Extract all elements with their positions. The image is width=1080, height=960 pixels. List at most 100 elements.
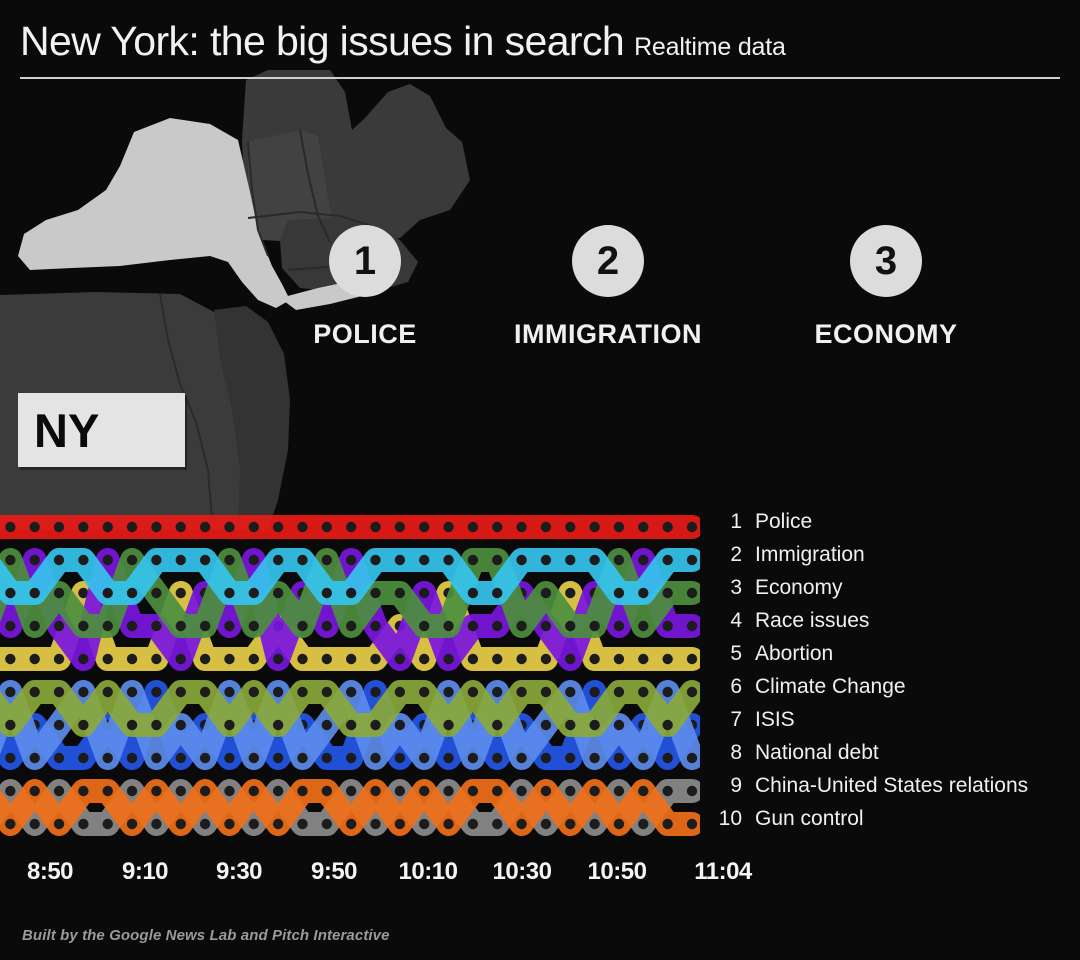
series-node bbox=[78, 719, 89, 731]
series-node bbox=[516, 554, 527, 566]
series-node bbox=[662, 587, 673, 599]
series-node bbox=[492, 785, 503, 797]
series-node bbox=[467, 653, 479, 665]
series-node bbox=[467, 521, 479, 533]
footer-credit: Built by the Google News Lab and Pitch I… bbox=[22, 927, 390, 944]
series-node bbox=[151, 719, 162, 731]
series-node bbox=[492, 521, 503, 533]
series-node bbox=[175, 587, 186, 599]
series-node bbox=[370, 719, 381, 731]
legend-rank: 5 bbox=[730, 641, 742, 665]
series-node bbox=[394, 719, 406, 731]
series-node bbox=[272, 752, 284, 764]
series-node bbox=[589, 620, 600, 632]
legend-row[interactable]: 10 Gun control bbox=[712, 802, 864, 835]
series-node bbox=[419, 818, 430, 830]
legend-row[interactable]: 2 Immigration bbox=[712, 538, 864, 571]
top-issue-3-label: ECONOMY bbox=[814, 319, 958, 349]
series-node bbox=[321, 521, 333, 533]
legend-rank: 7 bbox=[730, 707, 742, 731]
legend-row[interactable]: 5 Abortion bbox=[712, 637, 833, 670]
series-node bbox=[53, 587, 65, 599]
series-node bbox=[492, 620, 503, 632]
series-node bbox=[419, 752, 430, 764]
legend-row[interactable]: 3 Economy bbox=[712, 571, 842, 604]
series-node bbox=[686, 785, 698, 797]
legend-rank: 9 bbox=[730, 773, 742, 797]
bump-chart bbox=[0, 505, 700, 845]
series-node bbox=[248, 818, 259, 830]
series-node bbox=[272, 785, 284, 797]
series-node bbox=[662, 785, 673, 797]
legend-row[interactable]: 8 National debt bbox=[712, 736, 878, 769]
axis-tick-label: 9:30 bbox=[215, 858, 263, 885]
series-node bbox=[5, 785, 16, 797]
series-node bbox=[102, 818, 113, 830]
series-node bbox=[467, 620, 479, 632]
series-node bbox=[345, 686, 357, 698]
series-node bbox=[224, 686, 235, 698]
series-node bbox=[540, 620, 552, 632]
legend-row[interactable]: 9 China-United States relations bbox=[712, 769, 1028, 802]
series-node bbox=[394, 587, 406, 599]
series-node bbox=[565, 719, 576, 731]
series-node bbox=[224, 521, 235, 533]
series-node bbox=[175, 719, 186, 731]
series-node bbox=[29, 620, 40, 632]
legend-label: China-United States relations bbox=[755, 773, 1029, 797]
series-node bbox=[126, 521, 138, 533]
series-node bbox=[248, 686, 259, 698]
series-node bbox=[199, 620, 211, 632]
series-node bbox=[419, 686, 430, 698]
series-node bbox=[102, 554, 113, 566]
legend-label: Climate Change bbox=[755, 674, 906, 698]
top-issue-3: 3 ECONOMY bbox=[786, 225, 986, 350]
series-node bbox=[686, 521, 698, 533]
state-tag: NY bbox=[18, 393, 185, 467]
legend-row[interactable]: 6 Climate Change bbox=[712, 670, 906, 703]
series-node bbox=[443, 719, 454, 731]
series-node bbox=[78, 785, 89, 797]
series-node bbox=[53, 620, 65, 632]
series-node bbox=[272, 818, 284, 830]
series-node bbox=[102, 752, 113, 764]
series-node bbox=[297, 620, 308, 632]
series-node bbox=[662, 686, 673, 698]
legend-row[interactable]: 7 ISIS bbox=[712, 703, 794, 736]
page-title-main: New York: the big issues in search bbox=[20, 18, 625, 64]
legend-row[interactable]: 1 Police bbox=[712, 505, 812, 538]
series-node bbox=[638, 785, 649, 797]
series-node bbox=[638, 752, 649, 764]
series-node bbox=[345, 818, 357, 830]
series-node bbox=[224, 752, 235, 764]
series-node bbox=[443, 554, 454, 566]
series-node bbox=[662, 653, 673, 665]
legend-rank: 6 bbox=[730, 674, 742, 698]
series-node bbox=[78, 752, 89, 764]
legend-row[interactable]: 4 Race issues bbox=[712, 604, 869, 637]
bump-chart-svg bbox=[0, 515, 700, 836]
axis-tick-label: 9:10 bbox=[121, 858, 169, 885]
series-node bbox=[443, 818, 454, 830]
series-node bbox=[53, 554, 65, 566]
series-node bbox=[321, 587, 333, 599]
series-node bbox=[272, 719, 284, 731]
series-node bbox=[224, 785, 235, 797]
series-node bbox=[53, 521, 65, 533]
series-node bbox=[589, 686, 600, 698]
series-node bbox=[53, 686, 65, 698]
series-node bbox=[540, 719, 552, 731]
series-node bbox=[540, 818, 552, 830]
series-node bbox=[662, 521, 673, 533]
title-divider bbox=[20, 77, 1060, 79]
series-node bbox=[565, 587, 576, 599]
chart-series[interactable] bbox=[0, 515, 700, 539]
series-node bbox=[613, 818, 625, 830]
series-node bbox=[272, 686, 284, 698]
series-node bbox=[5, 521, 16, 533]
series-node bbox=[248, 554, 259, 566]
series-node bbox=[321, 653, 333, 665]
series-node bbox=[53, 785, 65, 797]
series-node bbox=[565, 554, 576, 566]
series-node bbox=[151, 653, 162, 665]
